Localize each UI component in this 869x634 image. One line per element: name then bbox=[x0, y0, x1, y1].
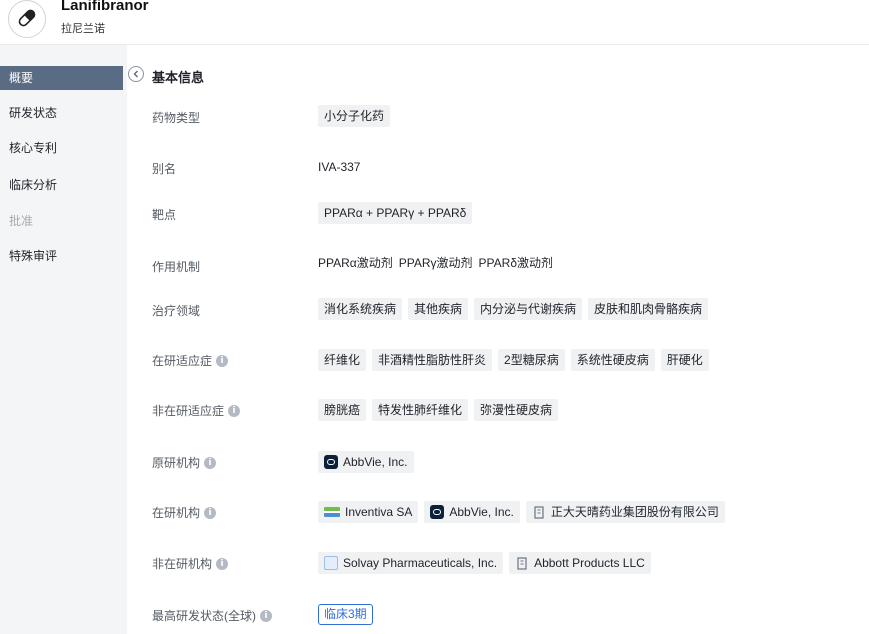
sidebar-item-core-patents[interactable]: 核心专利 bbox=[0, 136, 123, 160]
drug-header: Lanifibranor 拉尼兰诺 bbox=[0, 0, 869, 45]
building-icon bbox=[517, 557, 527, 570]
row-label: 在研适应症 bbox=[152, 354, 213, 368]
row-label: 作用机制 bbox=[152, 260, 201, 274]
org-tag[interactable]: AbbVie, Inc. bbox=[318, 451, 414, 473]
row-inactive-indications: 非在研适应症 i 膀胱癌 特发性肺纤维化 弥漫性硬皮病 bbox=[152, 398, 852, 422]
solvay-logo-icon bbox=[324, 556, 338, 570]
row-label: 非在研机构 bbox=[152, 557, 213, 571]
info-icon[interactable]: i bbox=[216, 557, 229, 570]
row-target: 靶点 PPARα + PPARγ + PPARδ bbox=[152, 201, 852, 225]
abbvie-logo-icon bbox=[430, 505, 445, 519]
drug-subtitle: 拉尼兰诺 bbox=[61, 23, 105, 35]
indication-tag[interactable]: 膀胱癌 bbox=[318, 399, 367, 421]
sidebar: 概要 研发状态 核心专利 临床分析 批准 特殊审评 bbox=[0, 45, 127, 634]
info-icon[interactable]: i bbox=[204, 506, 217, 519]
row-label: 药物类型 bbox=[152, 111, 201, 125]
row-label: 靶点 bbox=[152, 208, 177, 222]
inventiva-logo-icon bbox=[324, 507, 340, 517]
org-tag[interactable]: 正大天晴药业集团股份有限公司 bbox=[525, 501, 725, 523]
info-icon[interactable]: i bbox=[204, 456, 217, 469]
chevron-left-icon bbox=[133, 70, 138, 78]
row-label: 原研机构 bbox=[152, 456, 201, 470]
phase-badge: 临床3期 bbox=[318, 604, 373, 625]
drug-title: Lanifibranor bbox=[61, 0, 149, 14]
row-label: 非在研适应症 bbox=[152, 404, 225, 418]
pill-icon bbox=[8, 0, 46, 38]
row-therapeutic-area: 治疗领域 消化系统疾病 其他疾病 内分泌与代谢疾病 皮肤和肌肉骨骼疾病 bbox=[152, 297, 852, 321]
row-label: 别名 bbox=[152, 162, 177, 176]
org-name: Abbott Products LLC bbox=[534, 556, 645, 570]
row-mechanism: 作用机制 PPARα激动剂 PPARγ激动剂 PPARδ激动剂 bbox=[152, 252, 852, 276]
target-tag[interactable]: PPARα + PPARγ + PPARδ bbox=[318, 202, 473, 224]
row-highest-phase: 最高研发状态(全球) i 临床3期 bbox=[152, 603, 852, 627]
row-alias: 别名 IVA-337 bbox=[152, 154, 852, 178]
row-originator: 原研机构 i AbbVie, Inc. bbox=[152, 450, 852, 474]
info-icon[interactable]: i bbox=[228, 404, 241, 417]
mechanism-item: PPARδ激动剂 bbox=[478, 256, 553, 270]
mechanism-item: PPARα激动剂 bbox=[318, 256, 393, 270]
row-label: 在研机构 bbox=[152, 506, 201, 520]
row-active-indications: 在研适应症 i 纤维化 非酒精性脂肪性肝炎 2型糖尿病 系统性硬皮病 肝硬化 bbox=[152, 348, 852, 372]
therapeutic-area-tag: 消化系统疾病 bbox=[318, 298, 403, 320]
org-tag[interactable]: Solvay Pharmaceuticals, Inc. bbox=[318, 552, 504, 574]
org-name: Solvay Pharmaceuticals, Inc. bbox=[343, 556, 498, 570]
row-drug-type: 药物类型 小分子化药 bbox=[152, 104, 852, 128]
sidebar-item-rd-status[interactable]: 研发状态 bbox=[0, 101, 123, 125]
org-tag[interactable]: Inventiva SA bbox=[318, 501, 419, 523]
org-name: AbbVie, Inc. bbox=[449, 505, 514, 519]
building-icon bbox=[534, 506, 544, 519]
org-name: Inventiva SA bbox=[345, 505, 413, 519]
therapeutic-area-tag: 内分泌与代谢疾病 bbox=[474, 298, 583, 320]
row-inactive-orgs: 非在研机构 i Solvay Pharmaceuticals, Inc. Abb… bbox=[152, 551, 852, 575]
indication-tag[interactable]: 2型糖尿病 bbox=[498, 349, 565, 371]
indication-tag[interactable]: 特发性肺纤维化 bbox=[372, 399, 469, 421]
org-tag[interactable]: AbbVie, Inc. bbox=[424, 501, 520, 523]
collapse-sidebar-button[interactable] bbox=[128, 66, 144, 82]
section-title: 基本信息 bbox=[152, 70, 205, 85]
indication-tag[interactable]: 弥漫性硬皮病 bbox=[474, 399, 559, 421]
row-label: 最高研发状态(全球) bbox=[152, 609, 256, 623]
drug-type-tag: 小分子化药 bbox=[318, 105, 391, 127]
org-tag[interactable]: Abbott Products LLC bbox=[509, 552, 651, 574]
sidebar-item-approval: 批准 bbox=[9, 214, 34, 228]
indication-tag[interactable]: 非酒精性脂肪性肝炎 bbox=[372, 349, 493, 371]
sidebar-item-overview[interactable]: 概要 bbox=[0, 66, 123, 90]
org-name: 正大天晴药业集团股份有限公司 bbox=[550, 505, 719, 519]
therapeutic-area-tag: 其他疾病 bbox=[408, 298, 469, 320]
indication-tag[interactable]: 肝硬化 bbox=[660, 349, 709, 371]
org-name: AbbVie, Inc. bbox=[343, 455, 408, 469]
sidebar-item-special-review[interactable]: 特殊审评 bbox=[0, 244, 123, 268]
row-active-orgs: 在研机构 i Inventiva SA AbbVie, Inc. 正大天晴药业集… bbox=[152, 500, 852, 524]
abbvie-logo-icon bbox=[324, 455, 338, 469]
sidebar-item-clinical-analysis[interactable]: 临床分析 bbox=[0, 173, 123, 197]
row-label: 治疗领域 bbox=[152, 304, 201, 318]
mechanism-item: PPARγ激动剂 bbox=[398, 256, 473, 270]
info-icon[interactable]: i bbox=[216, 354, 229, 367]
alias-value: IVA-337 bbox=[318, 160, 361, 174]
indication-tag[interactable]: 纤维化 bbox=[318, 349, 367, 371]
info-icon[interactable]: i bbox=[260, 609, 272, 622]
therapeutic-area-tag: 皮肤和肌肉骨骼疾病 bbox=[588, 298, 709, 320]
indication-tag[interactable]: 系统性硬皮病 bbox=[570, 349, 655, 371]
